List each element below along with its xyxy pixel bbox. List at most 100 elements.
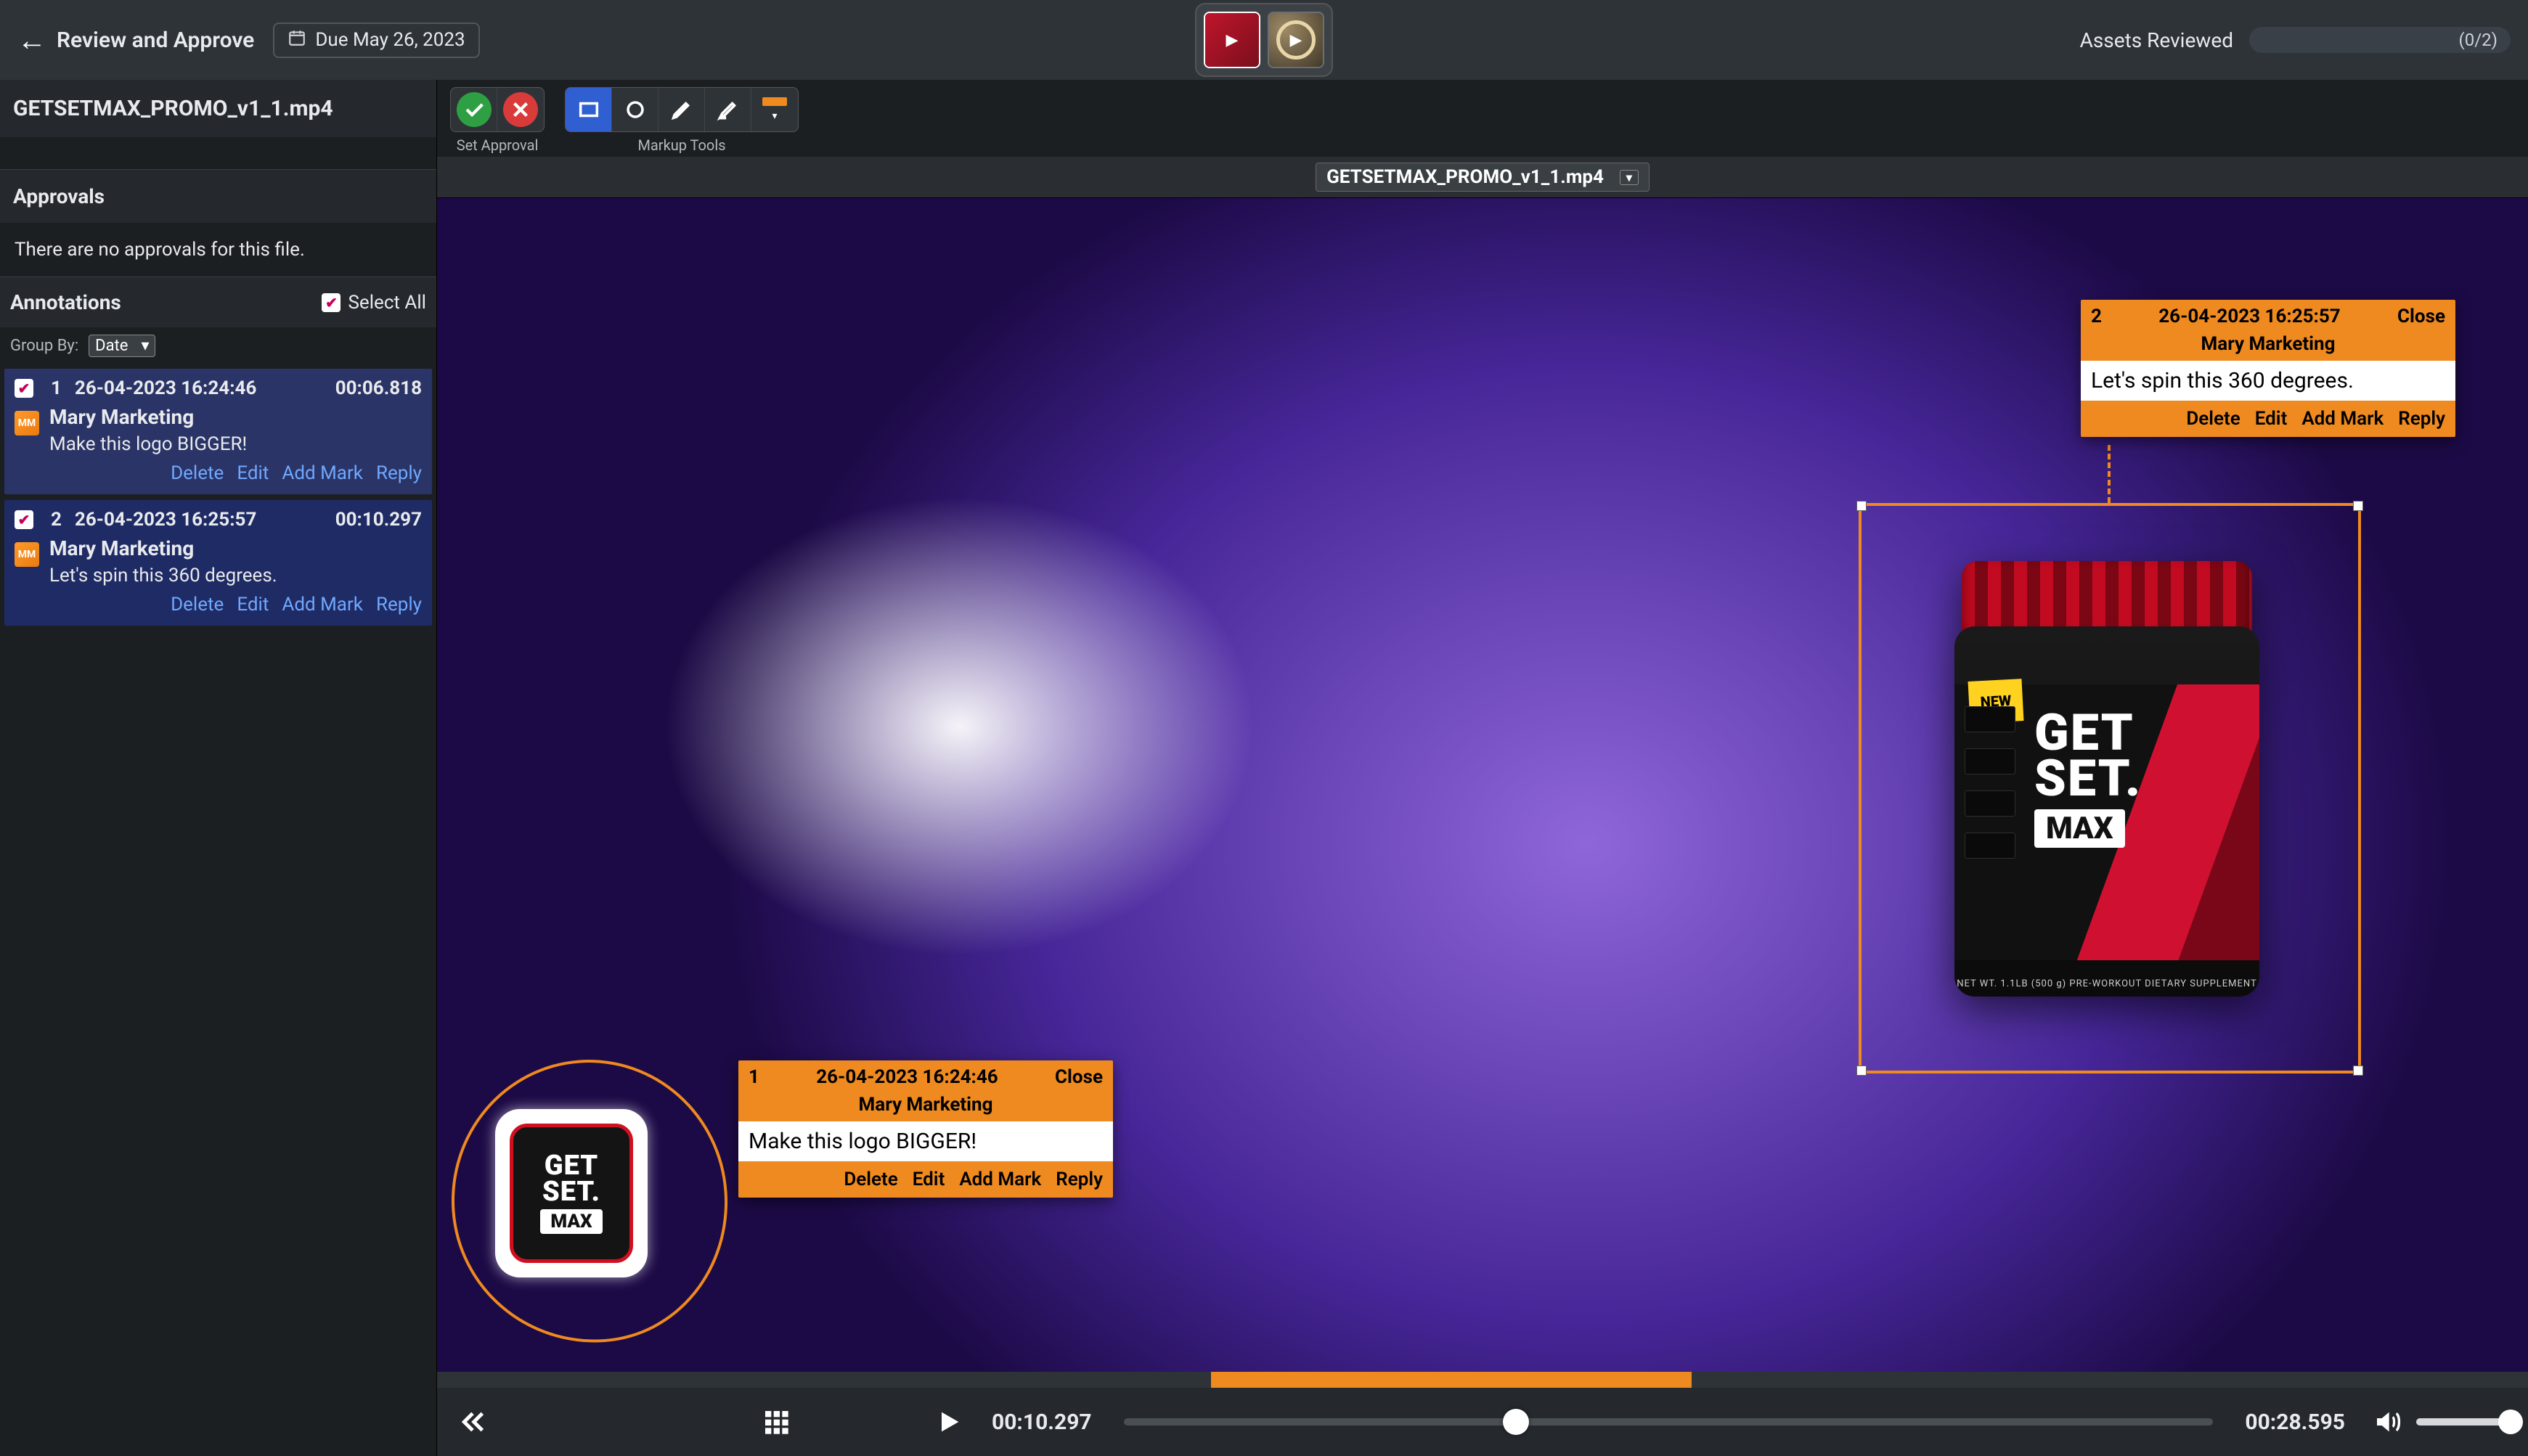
annotations-header: Annotations — [10, 290, 121, 314]
set-approval-label: Set Approval — [457, 136, 539, 154]
volume-button[interactable] — [2370, 1404, 2406, 1440]
overlay-annotation-card-1[interactable]: 1 26-04-2023 16:24:46 Close Mary Marketi… — [738, 1060, 1113, 1198]
pencil-tool-button[interactable] — [658, 88, 705, 131]
video-viewer[interactable]: GET SET. MAX 1 26-04-2023 16:24:46 Close… — [437, 198, 2528, 1372]
grid-button[interactable] — [758, 1404, 794, 1440]
overlay-1-number: 1 — [749, 1066, 759, 1088]
checkmark-icon — [457, 92, 492, 127]
overlay-1-add-mark[interactable]: Add Mark — [959, 1169, 1041, 1190]
main: Set Approval — [437, 80, 2528, 1456]
approvals-header: Approvals — [0, 169, 436, 223]
annotation-1-delete[interactable]: Delete — [171, 462, 224, 484]
annotation-2-timecode: 00:10.297 — [335, 509, 422, 531]
due-date-chip[interactable]: Due May 26, 2023 — [273, 23, 479, 58]
select-all-group: Select All — [322, 292, 426, 314]
annotation-2-text: Let's spin this 360 degrees. — [49, 565, 422, 586]
overlay-1-edit[interactable]: Edit — [913, 1169, 945, 1190]
scrub-bar[interactable] — [1124, 1418, 2214, 1426]
sidebar: GETSETMAX_PROMO_v1_1.mp4 Approvals There… — [0, 80, 437, 1456]
asset-thumb-1[interactable]: ▶ — [1204, 12, 1260, 68]
back-arrow-icon[interactable]: ← — [17, 23, 46, 57]
jar-footer-text: NET WT. 1.1LB (500 g) PRE-WORKOUT DIETAR… — [1954, 978, 2259, 989]
overlay-2-add-mark[interactable]: Add Mark — [2301, 408, 2384, 430]
color-swatch-icon — [762, 97, 787, 106]
current-time-label: 00:10.297 — [992, 1410, 1092, 1435]
overlay-2-reply[interactable]: Reply — [2398, 408, 2445, 430]
caret-down-icon: ▾ — [141, 337, 149, 355]
logo-text-get: GET — [545, 1153, 599, 1179]
volume-control — [2370, 1404, 2511, 1440]
annotation-1-number: 1 — [51, 377, 62, 399]
group-by-select[interactable]: Date ▾ — [89, 335, 155, 357]
due-date-text: Due May 26, 2023 — [315, 29, 465, 51]
annotation-2-checkbox[interactable] — [15, 510, 33, 529]
asset-thumbnails: ▶ ▶ — [1195, 3, 1333, 77]
annotation-list: 1 26-04-2023 16:24:46 00:06.818 MM Mary … — [0, 364, 436, 630]
annotation-2-add-mark[interactable]: Add Mark — [282, 594, 363, 615]
annotation-2-avatar: MM — [15, 542, 39, 567]
group-by-label: Group By: — [10, 337, 78, 355]
asset-thumb-2[interactable]: ▶ — [1268, 12, 1324, 68]
color-tool-button[interactable]: ▾ — [751, 88, 798, 131]
rewind-button[interactable] — [454, 1404, 491, 1440]
overlay-2-number: 2 — [2091, 306, 2102, 327]
approve-button[interactable] — [451, 88, 497, 131]
overlay-1-close[interactable]: Close — [1055, 1066, 1103, 1088]
annotation-2-delete[interactable]: Delete — [171, 594, 224, 615]
transport-controls: 00:10.297 00:28.595 — [437, 1388, 2528, 1456]
overlay-2-delete[interactable]: Delete — [2186, 408, 2240, 430]
circle-tool-button[interactable] — [612, 88, 658, 131]
annotation-2-edit[interactable]: Edit — [237, 594, 269, 615]
double-chevron-left-icon — [458, 1407, 487, 1436]
highlighter-icon — [716, 97, 741, 122]
annotation-1-user: Mary Marketing — [49, 405, 422, 429]
annotation-1-text: Make this logo BIGGER! — [49, 433, 422, 455]
overlay-2-edit[interactable]: Edit — [2255, 408, 2288, 430]
play-overlay-icon: ▶ — [1205, 13, 1259, 67]
annotation-item[interactable]: 1 26-04-2023 16:24:46 00:06.818 MM Mary … — [4, 369, 432, 494]
volume-slider[interactable] — [2416, 1418, 2511, 1426]
overlay-1-delete[interactable]: Delete — [844, 1169, 897, 1190]
volume-knob[interactable] — [2498, 1410, 2523, 1434]
rectangle-tool-button[interactable] — [566, 88, 612, 131]
approvals-empty-text: There are no approvals for this file. — [0, 223, 436, 277]
rectangle-icon — [576, 97, 601, 122]
annotation-1-add-mark[interactable]: Add Mark — [282, 462, 363, 484]
speaker-icon — [2373, 1407, 2402, 1436]
product-logo-badge: GET SET. MAX — [495, 1109, 648, 1277]
annotation-1-checkbox[interactable] — [15, 379, 33, 398]
markup-connector-2 — [2108, 445, 2111, 503]
annotation-2-user: Mary Marketing — [49, 536, 422, 560]
file-dropdown-row: GETSETMAX_PROMO_v1_1.mp4 ▾ — [437, 157, 2528, 198]
annotation-2-reply[interactable]: Reply — [376, 594, 422, 615]
select-all-checkbox[interactable] — [322, 293, 341, 312]
overlay-2-close[interactable]: Close — [2397, 306, 2445, 327]
highlighter-tool-button[interactable] — [705, 88, 751, 131]
overlay-2-timestamp: 26-04-2023 16:25:57 — [2116, 306, 2383, 327]
duration-label: 00:28.595 — [2245, 1410, 2345, 1435]
assets-reviewed-label: Assets Reviewed — [2080, 28, 2233, 52]
overlay-annotation-card-2[interactable]: 2 26-04-2023 16:25:57 Close Mary Marketi… — [2081, 300, 2455, 437]
file-dropdown[interactable]: GETSETMAX_PROMO_v1_1.mp4 ▾ — [1316, 163, 1650, 192]
scrub-knob[interactable] — [1503, 1409, 1529, 1435]
annotation-1-timecode: 00:06.818 — [335, 377, 422, 399]
annotations-header-row: Annotations Select All — [0, 277, 436, 327]
overlay-2-user: Mary Marketing — [2081, 333, 2455, 361]
overlay-1-message: Make this logo BIGGER! — [738, 1121, 1113, 1161]
timeline-strip[interactable] — [437, 1372, 2528, 1388]
play-button[interactable] — [931, 1404, 967, 1440]
annotation-item[interactable]: 2 26-04-2023 16:25:57 00:10.297 MM Mary … — [4, 500, 432, 626]
annotation-1-reply[interactable]: Reply — [376, 462, 422, 484]
overlay-1-reply[interactable]: Reply — [1056, 1169, 1103, 1190]
calendar-icon — [288, 28, 306, 52]
annotation-1-edit[interactable]: Edit — [237, 462, 269, 484]
caret-down-icon: ▾ — [772, 110, 777, 122]
x-icon — [503, 92, 538, 127]
reject-button[interactable] — [497, 88, 544, 131]
page-title: Review and Approve — [57, 28, 254, 53]
overlay-2-message: Let's spin this 360 degrees. — [2081, 361, 2455, 401]
logo-text-max: MAX — [540, 1209, 602, 1234]
approval-buttons-group: Set Approval — [450, 87, 545, 154]
pencil-icon — [669, 97, 694, 122]
markup-tools-label: Markup Tools — [637, 136, 725, 154]
